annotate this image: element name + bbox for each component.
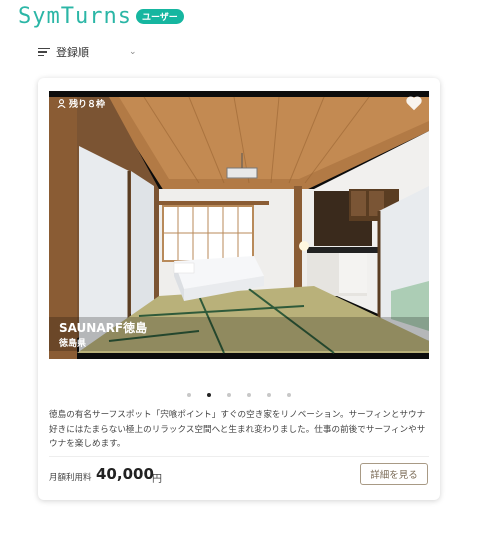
carousel-dot[interactable] (267, 393, 271, 397)
chevron-down-icon: ⌄ (129, 47, 137, 57)
divider (49, 456, 429, 457)
carousel-dot[interactable] (227, 393, 231, 397)
remaining-slots-badge: 残り８枠 (57, 97, 105, 110)
app-header: SymTurns ユーザー (18, 4, 184, 29)
carousel-dot-active[interactable] (207, 393, 211, 397)
sort-dropdown[interactable]: 登録順 ⌄ (38, 44, 137, 60)
listing-photo[interactable]: 残り８枠 SAUNARF徳島 徳島県 (49, 91, 429, 359)
property-location: 徳島県 (59, 339, 87, 349)
sort-label: 登録順 (56, 46, 89, 59)
carousel-dots (38, 382, 440, 401)
price-unit: 円 (152, 474, 162, 485)
view-details-button[interactable]: 詳細を見る (360, 463, 428, 485)
heart-icon[interactable] (405, 95, 423, 111)
listing-description: 徳島の有名サーフスポット「宍喰ポイント」すぐの空き家をリノベーション。サーフィン… (49, 410, 426, 449)
carousel-dot[interactable] (187, 393, 191, 397)
person-icon (57, 99, 66, 108)
carousel-dot[interactable] (287, 393, 291, 397)
remaining-slots-label: 残り８枠 (69, 100, 106, 110)
listing-card[interactable]: 残り８枠 SAUNARF徳島 徳島県 徳島の有名サーフスポット「宍喰ポイント」す… (38, 78, 440, 500)
app-logo[interactable]: SymTurns (18, 4, 132, 29)
sort-icon (38, 46, 50, 59)
user-badge: ユーザー (135, 8, 184, 24)
price-label: 月額利用料 (49, 473, 92, 483)
property-name: SAUNARF徳島 (59, 321, 148, 335)
price-value: 40,000 (96, 465, 154, 483)
carousel-dot[interactable] (247, 393, 251, 397)
